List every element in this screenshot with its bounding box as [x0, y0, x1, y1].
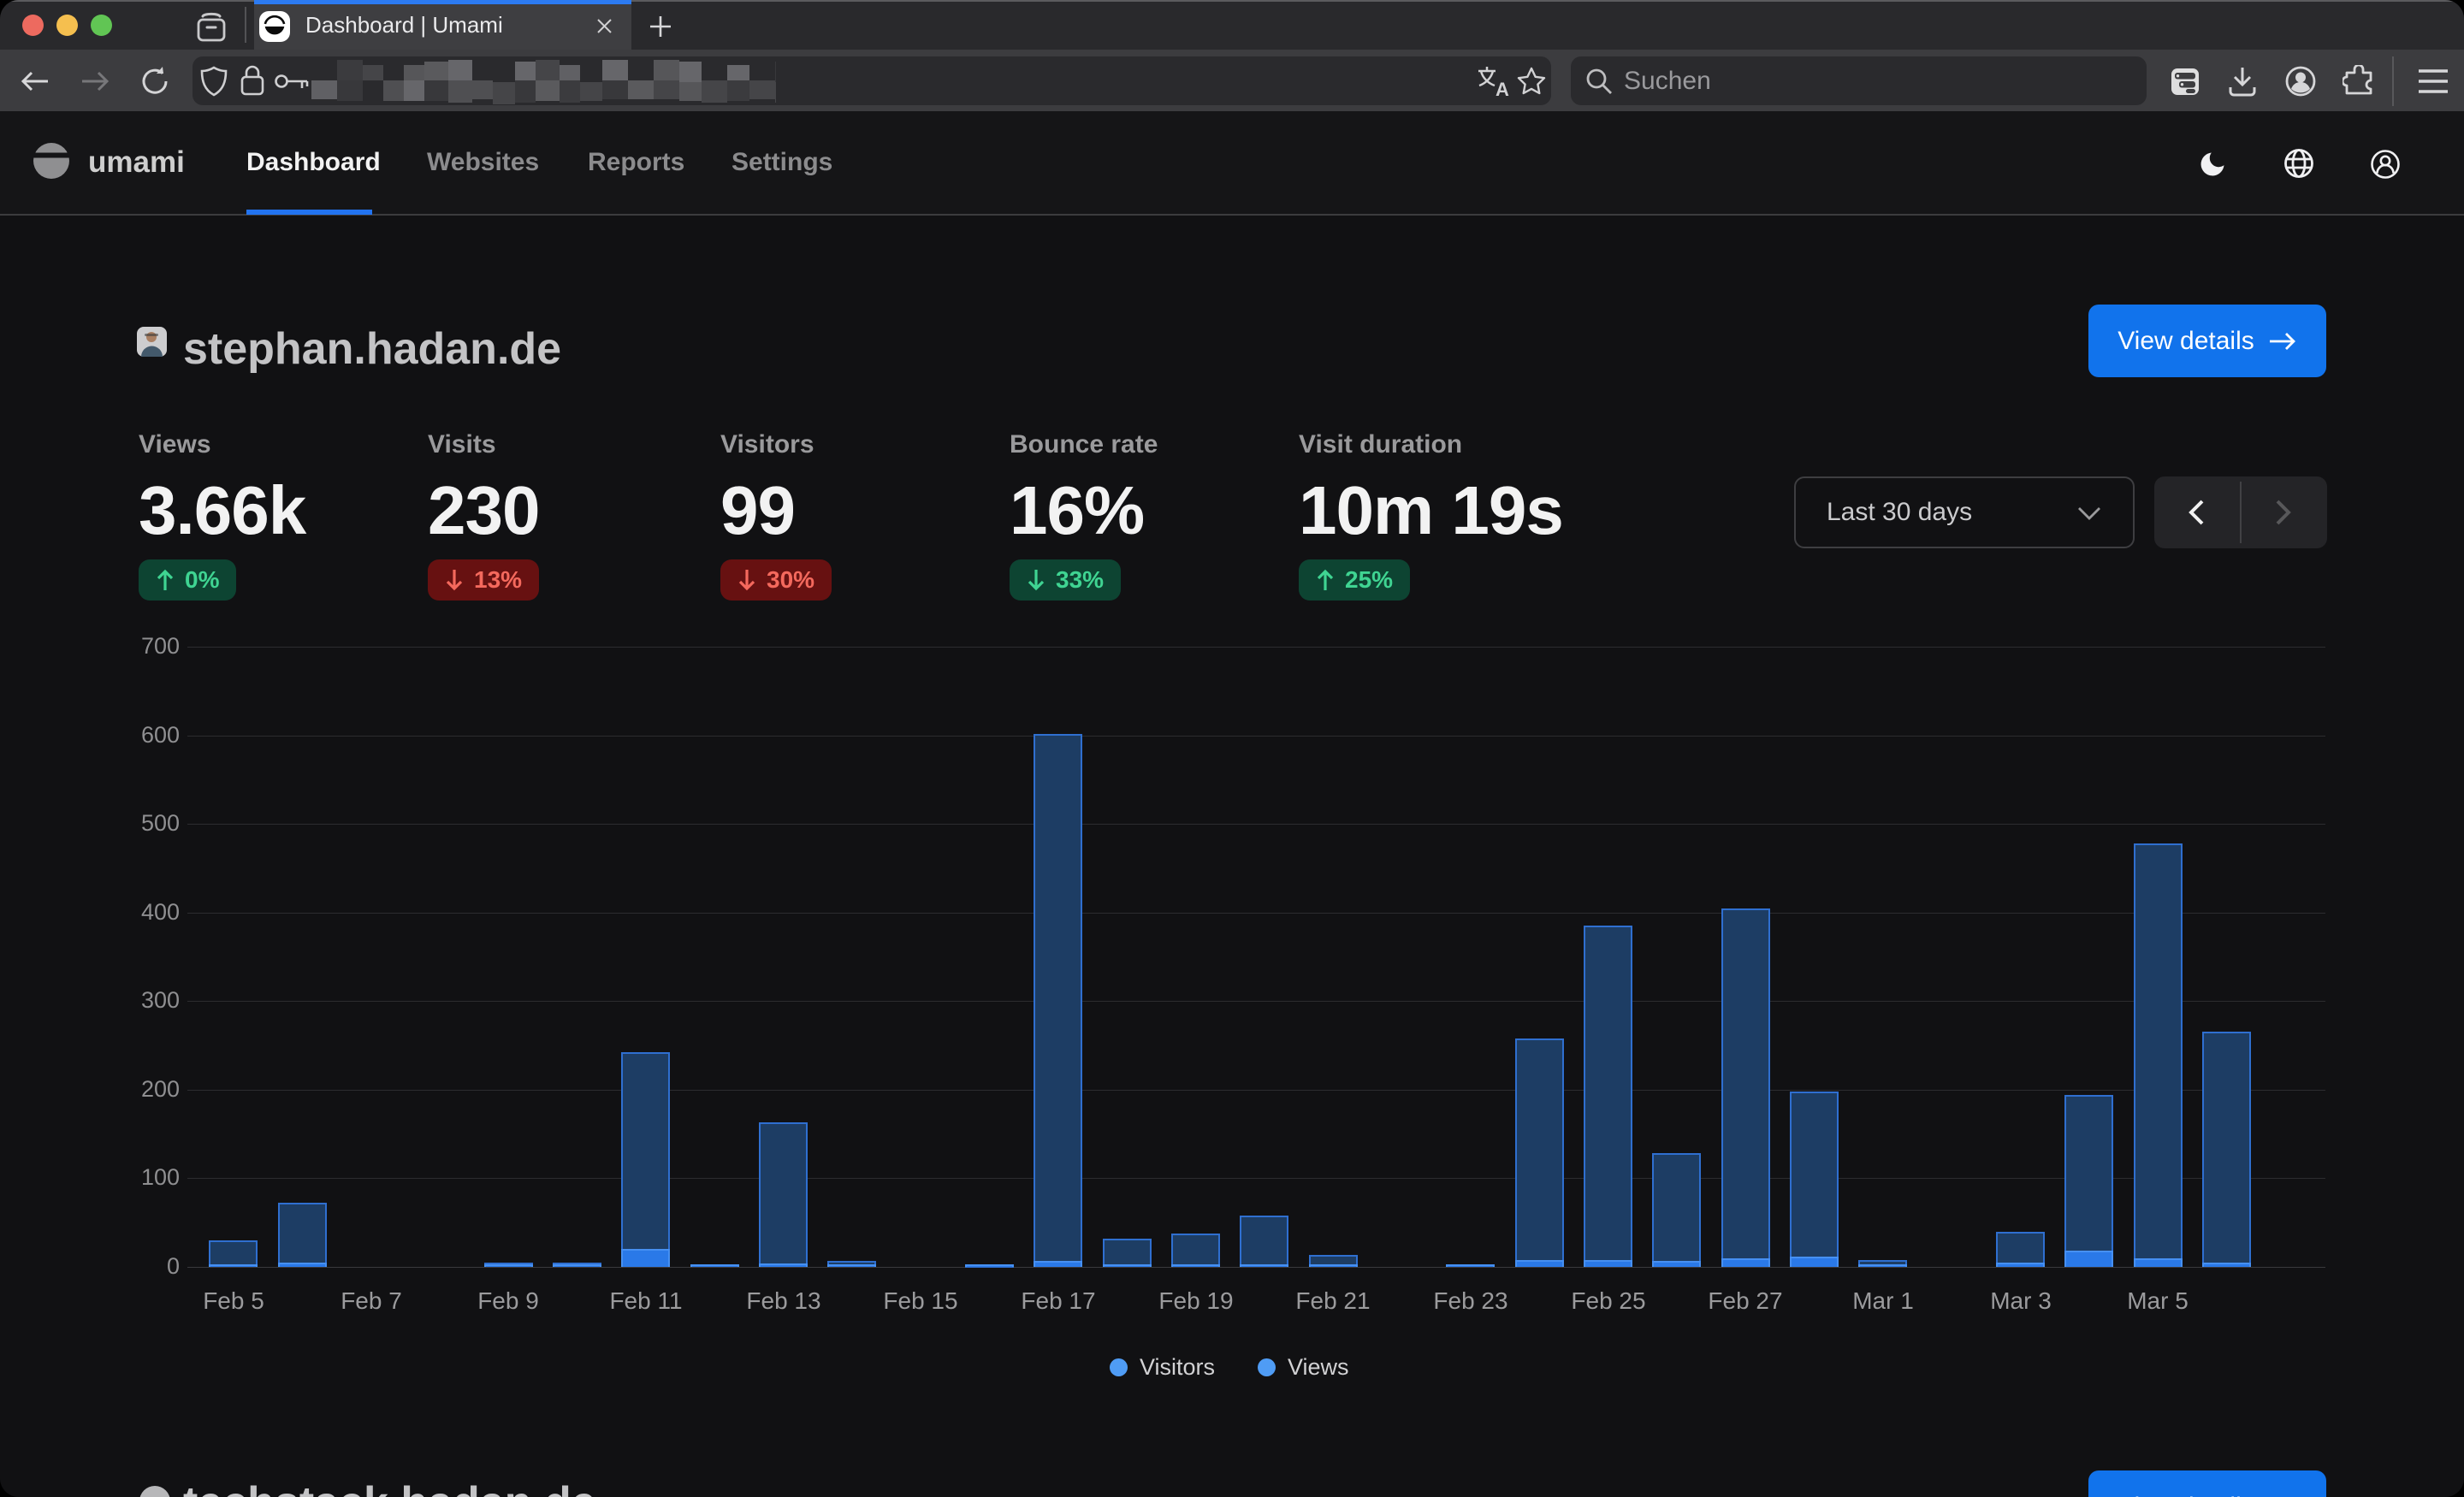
svg-text:A: A	[1496, 79, 1509, 98]
